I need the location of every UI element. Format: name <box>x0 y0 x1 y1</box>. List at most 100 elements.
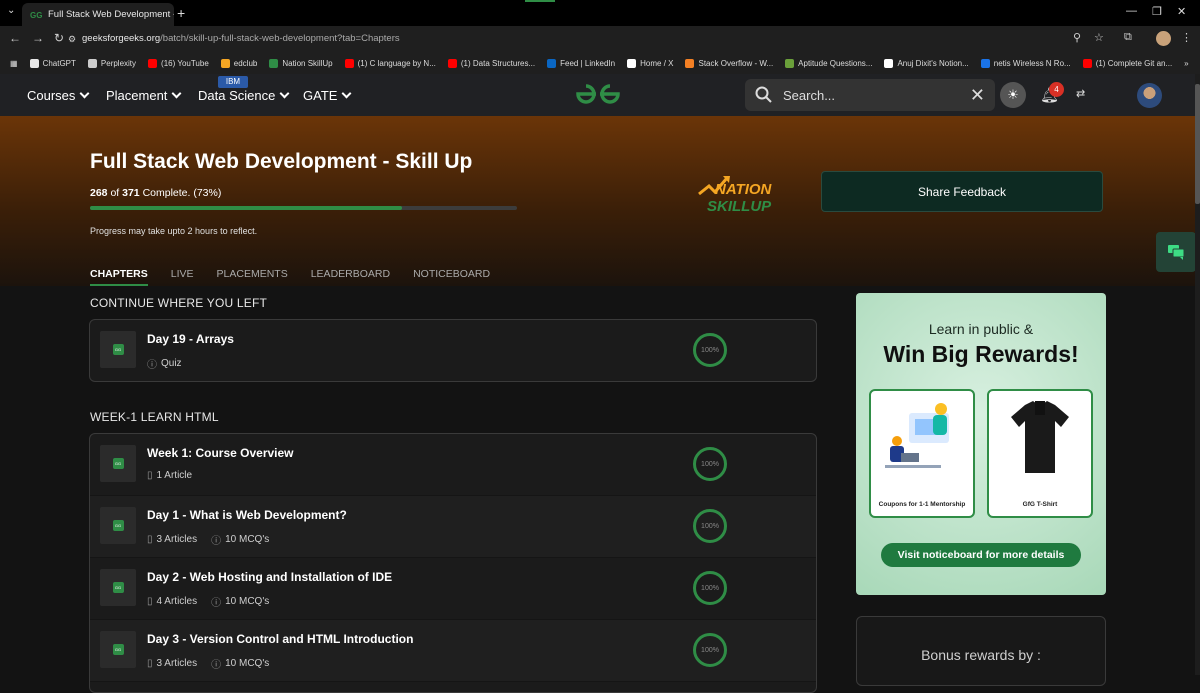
list-item[interactable]: GG Day 19 - Arrays ⓘ Quiz 100% <box>90 320 816 381</box>
meta-mcqs: ⓘ 10 MCQ's <box>211 656 269 671</box>
articles-count: 4 Articles <box>156 596 198 607</box>
tab-placements[interactable]: PLACEMENTS <box>217 268 288 286</box>
browser-tab-title: Full Stack Web Development - S <box>48 9 174 20</box>
restore-icon[interactable]: ❐ <box>1152 5 1162 18</box>
menu-courses[interactable]: Courses <box>27 88 90 103</box>
list-item[interactable]: GG Week 1: Course Overview ▯ 1 Article 100% <box>90 434 816 496</box>
minimize-icon[interactable]: — <box>1126 5 1137 17</box>
bookmark-favicon-icon <box>29 58 39 68</box>
chapter-thumb-icon: GG <box>100 569 136 606</box>
bookmark-item[interactable]: Feed | LinkedIn <box>547 58 615 68</box>
list-item[interactable]: GG Day 2 - Web Hosting and Installation o… <box>90 558 816 620</box>
bookmark-item[interactable]: netis Wireless N Ro... <box>980 58 1071 68</box>
bookmark-item[interactable]: (1) Data Structures... <box>447 58 535 68</box>
bookmark-item[interactable]: Stack Overflow - W... <box>685 58 773 68</box>
chapter-meta: ▯ 1 Article <box>147 470 206 481</box>
menu-gate-label: GATE <box>303 88 338 103</box>
meta-articles: ▯ 3 Articles <box>147 534 197 545</box>
window-close-icon[interactable]: ✕ <box>1177 5 1186 18</box>
search-input[interactable]: Search... <box>783 88 835 103</box>
address-input[interactable]: geeksforgeeks.org/batch/skill-up-full-st… <box>82 33 400 44</box>
user-avatar[interactable] <box>1137 83 1162 108</box>
scrollbar-thumb[interactable] <box>1195 84 1200 204</box>
browser-tab[interactable]: GG Full Stack Web Development - S ✕ <box>22 3 174 26</box>
bookmark-star-icon[interactable]: ☆ <box>1094 31 1104 44</box>
tab-leaderboard[interactable]: LEADERBOARD <box>311 268 390 286</box>
bookmark-item[interactable]: Anuj Dixit's Notion... <box>884 58 969 68</box>
bookmark-label: (1) C language by N... <box>357 58 436 68</box>
rewards-promo-banner[interactable]: Learn in public & Win Big Rewards! Coupo… <box>856 293 1106 595</box>
apps-grid-icon[interactable]: ▦ <box>10 59 18 68</box>
nation-skillup-logo: NATION SKILLUP <box>698 176 773 214</box>
chevron-down-icon <box>279 88 290 99</box>
bookmark-item[interactable]: (1) Complete Git an... <box>1082 58 1172 68</box>
svg-text:SKILLUP: SKILLUP <box>707 198 772 214</box>
new-tab-icon[interactable]: + <box>177 5 185 21</box>
chapter-meta: ⓘ Quiz <box>147 356 196 371</box>
meta-mcqs: ⓘ 10 MCQ's <box>211 594 269 609</box>
promo-line1: Learn in public & <box>928 321 1034 337</box>
zoom-icon[interactable]: ⚲ <box>1073 31 1081 44</box>
question-icon: ⓘ <box>211 536 222 547</box>
list-item[interactable]: GG Day 1 - What is Web Development? ▯ 3 Art… <box>90 496 816 558</box>
book-icon: ▯ <box>147 534 153 545</box>
tab-live[interactable]: LIVE <box>171 268 194 286</box>
bookmark-item[interactable]: Home / X <box>627 58 673 68</box>
chat-button[interactable] <box>1156 232 1196 272</box>
chapter-thumb-icon: GG <box>100 445 136 482</box>
menu-data-science[interactable]: Data Science <box>198 88 290 103</box>
page-scrollbar[interactable] <box>1195 74 1200 675</box>
tab-noticeboard[interactable]: NOTICEBOARD <box>413 268 490 286</box>
meta-quiz: Quiz <box>161 358 182 369</box>
chapter-meta: ▯ 3 Articles ⓘ 10 MCQ's <box>147 656 283 671</box>
browser-menu-icon[interactable]: ⋮ <box>1181 31 1192 44</box>
bookmark-item[interactable]: (1) C language by N... <box>344 58 436 68</box>
theme-toggle-icon[interactable]: ☀ <box>1000 82 1026 108</box>
address-bar-row: ← → ↻ ⚙ geeksforgeeks.org/batch/skill-up… <box>0 26 1200 52</box>
meta-articles: ▯ 4 Articles <box>147 596 197 607</box>
bookmark-favicon-icon <box>447 58 457 68</box>
search-box[interactable]: Search... ✕ <box>745 79 995 111</box>
continue-card[interactable]: GG Day 19 - Arrays ⓘ Quiz 100% <box>89 319 817 382</box>
progress-suffix: Complete. (73%) <box>139 187 222 199</box>
bookmark-favicon-icon <box>220 58 230 68</box>
translate-icon[interactable]: ⇄ <box>1076 87 1085 100</box>
visit-noticeboard-button[interactable]: Visit noticeboard for more details <box>881 543 1081 567</box>
bookmark-item[interactable]: ChatGPT <box>29 58 76 68</box>
mcq-count: 10 MCQ's <box>225 658 270 669</box>
bookmark-item[interactable]: Perplexity <box>87 58 136 68</box>
tab-search-icon[interactable]: ⌄ <box>7 5 15 16</box>
ibm-badge: IBM <box>218 76 248 88</box>
extensions-icon[interactable]: ⧉ <box>1124 31 1132 44</box>
forward-icon[interactable]: → <box>32 31 44 45</box>
bookmark-label: edclub <box>233 58 258 68</box>
bookmark-item[interactable]: Nation SkillUp <box>269 58 333 68</box>
site-info-icon[interactable]: ⚙ <box>68 34 76 45</box>
bookmark-item[interactable]: Aptitude Questions... <box>785 58 872 68</box>
reload-icon[interactable]: ↻ <box>54 31 64 45</box>
progress-total: 371 <box>122 187 140 199</box>
menu-gate[interactable]: GATE <box>303 88 352 103</box>
url-path: /batch/skill-up-full-stack-web-developme… <box>160 33 400 44</box>
chevron-down-icon <box>171 88 182 99</box>
progress-bar-fill <box>90 206 402 210</box>
bookmarks-bar: ▦ ChatGPT Perplexity (16) YouTube edclub Nat… <box>0 52 1200 74</box>
share-feedback-button[interactable]: Share Feedback <box>821 171 1103 212</box>
progress-bar <box>90 206 517 210</box>
back-icon[interactable]: ← <box>9 31 21 45</box>
more-bookmarks-icon[interactable]: » <box>1184 59 1188 68</box>
tab-chapters[interactable]: CHAPTERS <box>90 268 148 286</box>
meta-articles: ▯ 1 Article <box>147 470 192 481</box>
chevron-down-icon <box>79 88 90 99</box>
chapter-title: Day 2 - Web Hosting and Installation of … <box>147 570 393 584</box>
bookmark-item[interactable]: edclub <box>220 58 258 68</box>
profile-avatar[interactable] <box>1156 31 1171 46</box>
bookmark-item[interactable]: (16) YouTube <box>148 58 209 68</box>
menu-placement[interactable]: Placement <box>106 88 182 103</box>
progress-ring: 100% <box>693 447 727 481</box>
list-item[interactable]: GG Day 3 - Version Control and HTML Intro… <box>90 620 816 682</box>
clear-search-icon[interactable]: ✕ <box>970 85 985 106</box>
course-hero: Full Stack Web Development - Skill Up 26… <box>0 116 1195 286</box>
gfg-logo[interactable] <box>574 82 622 106</box>
chat-icon <box>1168 245 1185 260</box>
